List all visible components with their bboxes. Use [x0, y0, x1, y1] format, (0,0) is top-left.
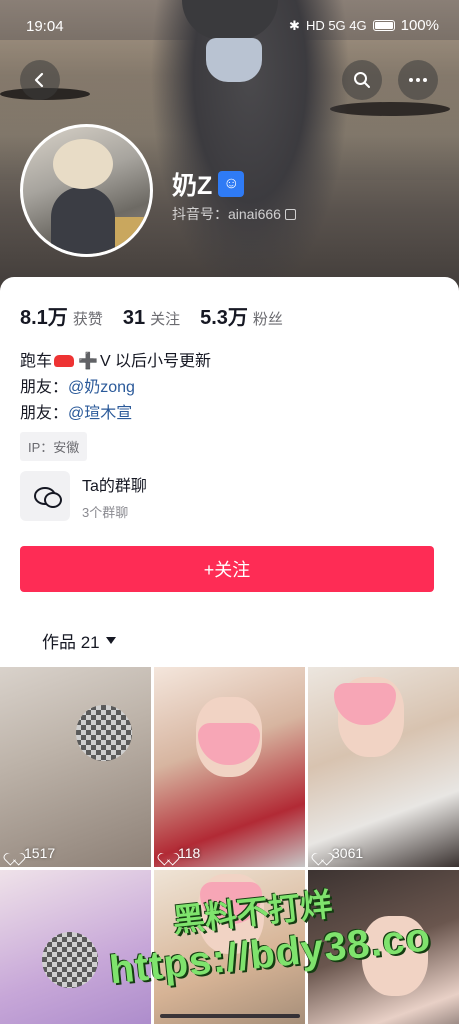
- follow-button[interactable]: +关注: [20, 546, 434, 592]
- status-icons: ✱ HD 5G 4G 100%: [289, 17, 439, 34]
- avatar-body: [51, 187, 115, 254]
- profile-stats: 8.1万 获赞 31 关注 5.3万 粉丝: [20, 301, 283, 330]
- friend-mention-link[interactable]: @瑄木宣: [68, 405, 132, 422]
- avatar[interactable]: [20, 124, 153, 257]
- caret-down-icon: [105, 637, 116, 644]
- chat-bubble-icon: [34, 487, 62, 508]
- video-tile[interactable]: 118: [154, 667, 305, 867]
- status-bar: 19:04 ✱ HD 5G 4G 100%: [0, 0, 459, 52]
- video-tile[interactable]: 1517: [0, 667, 151, 867]
- bio-line: 跑车 ➕ V 以后小号更新: [20, 349, 211, 375]
- car-emoji-icon: [54, 355, 75, 367]
- video-likes: 3061: [316, 845, 363, 861]
- stat-number: 31: [122, 307, 146, 329]
- ip-location-tag: IP：安徽: [20, 432, 88, 461]
- video-likes-count: 118: [178, 845, 201, 861]
- stat-label: 获赞: [72, 311, 103, 328]
- bio-text: V 以后小号更新: [99, 353, 212, 370]
- bio-text: 跑车: [20, 353, 53, 370]
- douyin-id-text: 抖音号：ainai666: [172, 206, 281, 222]
- battery-icon: [372, 20, 395, 31]
- stat-label: 粉丝: [252, 311, 283, 328]
- heart-icon: [162, 848, 174, 859]
- tab-works-label: 作品 21: [42, 633, 100, 652]
- profile-nickname: 奶Z ☺: [172, 166, 245, 202]
- search-button[interactable]: [342, 60, 382, 100]
- stat-likes[interactable]: 8.1万 获赞: [20, 301, 103, 330]
- avatar-hair: [53, 139, 113, 189]
- heart-icon: [8, 848, 20, 859]
- bio-line: 朋友：@奶zong: [20, 375, 211, 401]
- chevron-left-icon: [34, 72, 44, 88]
- tab-works[interactable]: 作品 21: [42, 628, 116, 653]
- group-chat-subtitle: 3个群聊: [82, 504, 129, 520]
- friend-label: 朋友：: [20, 379, 69, 396]
- back-button[interactable]: [20, 60, 60, 100]
- battery-percent: 100%: [400, 17, 439, 34]
- group-chat-entry[interactable]: Ta的群聊 3个群聊: [20, 471, 147, 521]
- video-likes-count: 1517: [24, 845, 56, 861]
- status-time: 19:04: [26, 18, 64, 35]
- profile-bio: 跑车 ➕ V 以后小号更新 朋友：@奶zong 朋友：@瑄木宣: [20, 349, 211, 427]
- bluetooth-icon: ✱: [289, 17, 300, 33]
- mosaic-blur: [76, 705, 132, 761]
- home-indicator[interactable]: [160, 1014, 300, 1018]
- heart-icon: [316, 848, 328, 859]
- group-chat-title: Ta的群聊: [82, 477, 147, 495]
- bio-line: 朋友：@瑄木宣: [20, 401, 211, 427]
- plus-emoji-icon: ➕: [78, 353, 98, 370]
- stat-label: 关注: [150, 311, 181, 328]
- more-button[interactable]: [398, 60, 438, 100]
- douyin-id[interactable]: 抖音号：ainai666: [172, 204, 296, 224]
- stat-number: 5.3万: [200, 307, 248, 329]
- stat-following[interactable]: 31 关注: [123, 307, 180, 330]
- video-likes-count: 3061: [332, 845, 364, 861]
- signal-text: HD 5G 4G: [305, 18, 367, 33]
- stat-number: 8.1万: [20, 307, 68, 329]
- nickname-text: 奶Z: [172, 172, 213, 200]
- more-dots-icon: [409, 78, 427, 82]
- video-likes: 1517: [8, 845, 55, 861]
- search-icon: [354, 72, 370, 88]
- stat-followers[interactable]: 5.3万 粉丝: [200, 301, 283, 330]
- video-tile[interactable]: 3061: [308, 667, 459, 867]
- video-likes: 118: [162, 845, 200, 861]
- friend-mention-link[interactable]: @奶zong: [68, 379, 135, 396]
- mosaic-blur: [42, 932, 98, 988]
- group-chat-icon-box: [20, 471, 70, 521]
- copy-icon[interactable]: [284, 208, 296, 220]
- friend-label: 朋友：: [20, 405, 69, 422]
- baby-icon: ☺: [218, 171, 245, 197]
- group-chat-text: Ta的群聊 3个群聊: [82, 472, 147, 521]
